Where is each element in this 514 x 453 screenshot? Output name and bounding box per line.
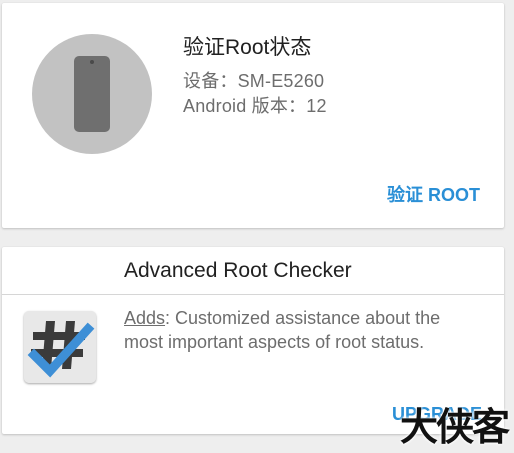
- page: 验证Root状态 设备：SM-E5260 Android 版本：12 验证 RO…: [0, 0, 514, 453]
- adds-link[interactable]: Adds: [124, 308, 165, 328]
- checker-description: Adds: Customized assistance about the mo…: [124, 306, 484, 354]
- verify-root-button[interactable]: 验证 ROOT: [387, 181, 480, 207]
- watermark: 大侠客: [399, 405, 510, 449]
- device-avatar: [32, 34, 152, 154]
- device-model: 设备：SM-E5260: [183, 71, 325, 91]
- verify-root-title: 验证Root状态: [183, 36, 312, 59]
- root-checker-app-icon: [24, 311, 96, 383]
- description-text: : Customized assistance about the most i…: [124, 308, 441, 352]
- hash-check-icon: [24, 311, 96, 383]
- advanced-checker-title: Advanced Root Checker: [124, 259, 352, 282]
- divider: [2, 294, 504, 295]
- android-version: Android 版本：12: [183, 96, 327, 116]
- phone-icon: [74, 56, 110, 132]
- verify-root-card: 验证Root状态 设备：SM-E5260 Android 版本：12 验证 RO…: [2, 3, 504, 228]
